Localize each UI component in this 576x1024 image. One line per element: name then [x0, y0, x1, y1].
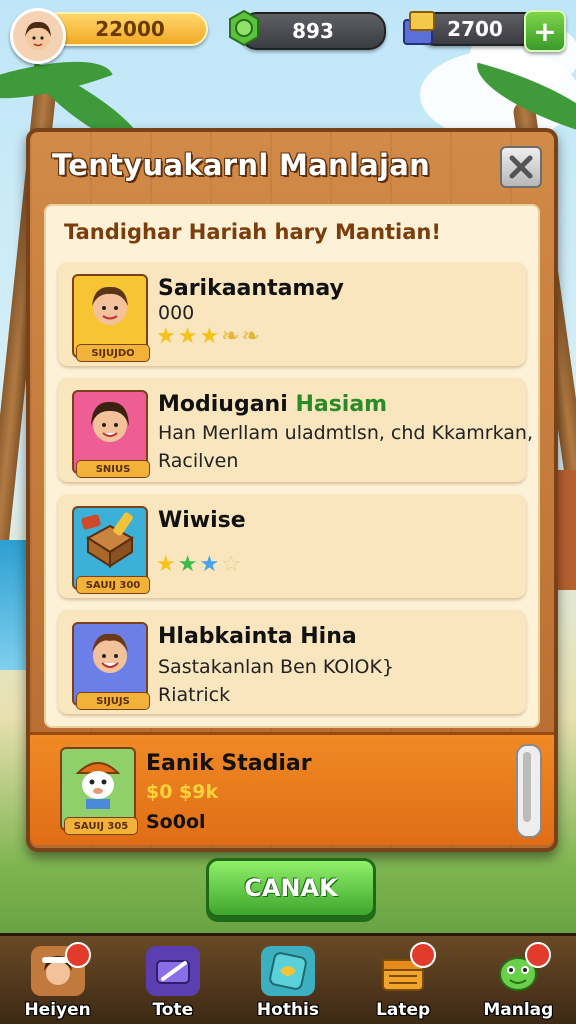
item-tag: SAUIJ 305 [64, 817, 138, 835]
star-icon: ★ [199, 324, 220, 349]
item-list-panel: Tandighar Hariah hary Mantian! SIJUJDO S… [44, 204, 540, 728]
item-status: Riatrick [158, 684, 231, 706]
character-icon [75, 762, 121, 809]
top-hud: 22000 893 2700 + [8, 8, 568, 64]
nav-label: Latep [376, 1000, 431, 1020]
close-button[interactable] [500, 146, 542, 188]
leaf-icon: ❧ [241, 324, 261, 349]
notification-badge [64, 942, 91, 968]
star-icon: ★ [177, 324, 198, 349]
scrollbar-thumb[interactable] [523, 752, 531, 822]
plus-icon: + [533, 14, 557, 48]
character-portrait: SNIUS [72, 390, 150, 478]
character-portrait: SIJUJS [72, 622, 150, 710]
character-icon [91, 401, 129, 442]
player-avatar[interactable] [10, 8, 66, 64]
nav-item-tote[interactable]: Tote [118, 940, 228, 1024]
item-name: Modiugani Hasiam [158, 392, 387, 417]
modal-header: Tentyuakarnl Manlajan [30, 132, 554, 198]
item-portrait: SAUIJ 300 [72, 506, 150, 594]
nav-label: Tote [152, 1000, 194, 1020]
map-icon [260, 946, 315, 996]
crate-hammer-icon [81, 512, 134, 568]
notification-badge [410, 942, 437, 968]
star-outline-icon: ☆ [221, 552, 241, 577]
featured-item[interactable]: SAUIJ 305 Eanik Stadiar $0 $9k So0ol [30, 732, 554, 845]
wallet-icon [145, 946, 200, 996]
nav-item-latep[interactable]: Latep [348, 940, 458, 1024]
add-currency-button[interactable]: + [524, 10, 566, 52]
character-icon [92, 633, 128, 673]
star-icon: ★ [199, 552, 220, 577]
nav-label: Heiyen [24, 1000, 91, 1020]
star-icon: ★ [156, 552, 176, 577]
list-item[interactable]: SAUIJ 300 Wiwise ★ ★ ★ ☆ [58, 494, 526, 598]
nav-label: Hothis [256, 1000, 320, 1020]
star-icon: ★ [156, 324, 176, 349]
character-portrait: SIJUJDO [72, 274, 150, 362]
item-rating: ★ ★ ★ ❧ ❧ [156, 326, 260, 348]
featured-item-name: Eanik Stadiar [146, 751, 312, 776]
item-name-accent: Hasiam [295, 392, 388, 417]
nav-label: Manlag [483, 1000, 554, 1020]
scrollbar[interactable] [516, 744, 542, 838]
nav-item-hothis[interactable]: Hothis [233, 940, 343, 1024]
star-icon: ★ [177, 552, 198, 577]
gem-icon [224, 8, 264, 48]
confirm-button[interactable]: CANAK [206, 858, 376, 918]
bottom-nav: Heiyen Tote Hothis Latep Manlag [0, 933, 576, 1024]
item-description: 000 [158, 302, 195, 324]
featured-item-status: So0ol [146, 811, 206, 833]
item-tag: SNIUS [76, 460, 150, 478]
gem-amount: 893 [292, 19, 334, 43]
item-tag: SIJUJS [76, 692, 150, 710]
item-name: Sarikaantamay [158, 276, 344, 301]
leaf-icon: ❧ [221, 324, 240, 349]
featured-item-price: $0 $9k [146, 781, 219, 803]
item-status: Racilven [158, 450, 239, 472]
modal-title: Tentyuakarnl Manlajan [52, 148, 431, 182]
notification-badge [525, 942, 552, 968]
character-portrait: SAUIJ 305 [60, 747, 138, 835]
list-item[interactable]: SIJUJDO Sarikaantamay 000 ★ ★ ★ ❧ ❧ [58, 262, 526, 366]
quest-modal: Tentyuakarnl Manlajan Tandighar Hariah h… [26, 128, 558, 852]
close-icon [509, 155, 533, 179]
card-pack-icon [400, 8, 440, 48]
item-name-text: Modiugani [158, 392, 288, 417]
nav-item-heiyen[interactable]: Heiyen [3, 940, 113, 1024]
coin-amount: 22000 [95, 17, 165, 41]
avatar-icon [25, 21, 51, 50]
item-rating: ★ ★ ★ ☆ [156, 554, 241, 576]
card-amount: 2700 [447, 17, 503, 41]
item-name: Hlabkainta Hina [158, 624, 357, 649]
modal-subtitle: Tandighar Hariah hary Mantian! [64, 220, 441, 244]
item-description: Han Merllam uladmtlsn, chd Kkamrkan, [158, 422, 534, 444]
item-description: Sastakanlan Ben KOlOK} [158, 656, 395, 678]
list-item[interactable]: SNIUS Modiugani Hasiam Han Merllam uladm… [58, 378, 533, 482]
list-item[interactable]: SIJUJS Hlabkainta Hina Sastakanlan Ben K… [58, 610, 526, 714]
character-icon [92, 286, 128, 325]
item-tag: SIJUJDO [76, 344, 150, 362]
item-name: Wiwise [158, 508, 246, 533]
nav-item-manlag[interactable]: Manlag [463, 940, 573, 1024]
item-tag: SAUIJ 300 [76, 576, 150, 594]
